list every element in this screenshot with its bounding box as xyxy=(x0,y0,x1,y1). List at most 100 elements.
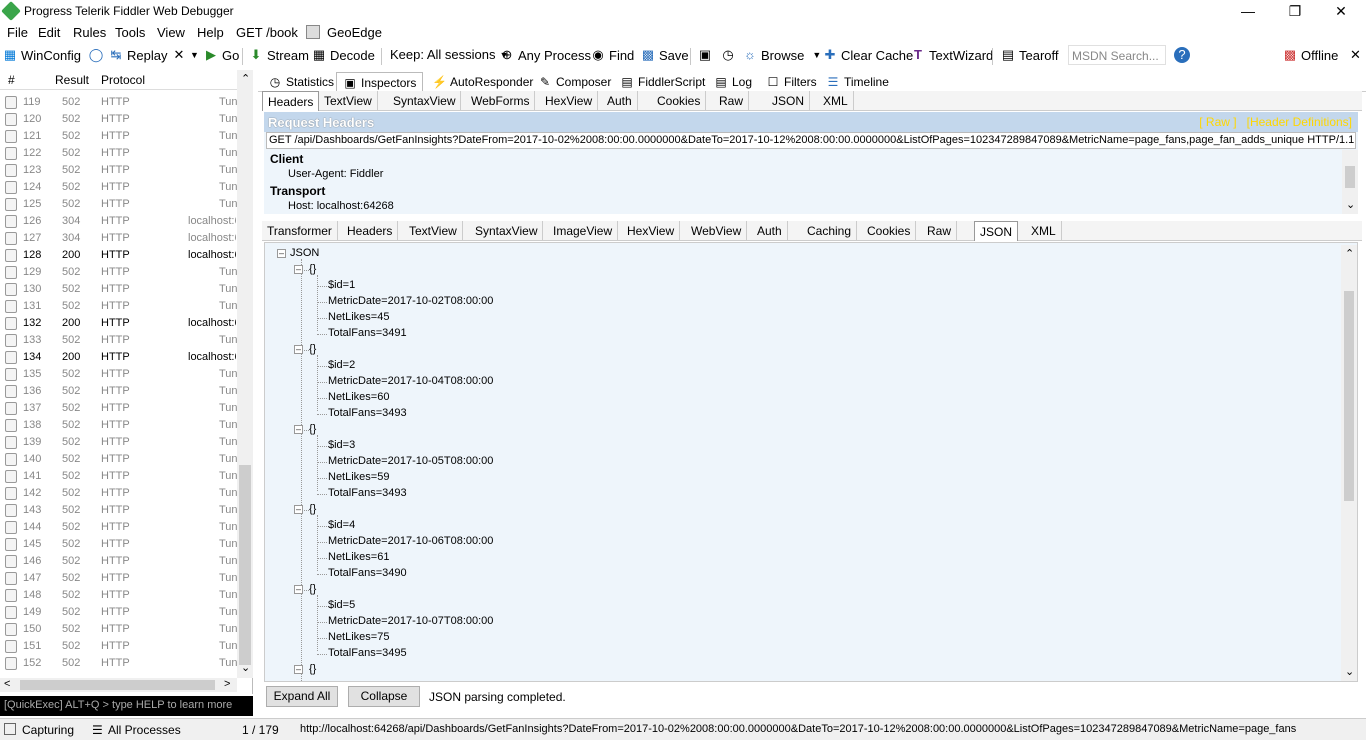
collapse-icon[interactable]: – xyxy=(294,585,303,594)
timer-button[interactable]: ◷ xyxy=(720,47,739,63)
json-root-node[interactable]: JSON xyxy=(290,247,319,259)
minimize-button[interactable]: — xyxy=(1225,0,1271,22)
json-object-brace[interactable]: {} xyxy=(309,663,316,675)
find-button[interactable]: ◉ Find xyxy=(590,47,634,63)
session-row[interactable]: 119 502 HTTP Tun xyxy=(0,94,237,111)
resp-tab-headers[interactable]: Headers xyxy=(342,221,399,241)
session-row[interactable]: 138 502 HTTP Tun xyxy=(0,417,237,434)
menu-rules[interactable]: Rules xyxy=(73,25,106,40)
session-row[interactable]: 140 502 HTTP Tun xyxy=(0,451,237,468)
session-row[interactable]: 125 502 HTTP Tun xyxy=(0,196,237,213)
collapse-icon[interactable]: – xyxy=(277,249,286,258)
json-field[interactable]: MetricDate=2017-10-07T08:00:00 xyxy=(328,615,493,627)
req-tab-textview[interactable]: TextView xyxy=(319,91,378,111)
req-tab-json[interactable]: JSON xyxy=(767,91,811,111)
json-field[interactable]: TotalFans=3491 xyxy=(328,327,407,339)
scroll-thumb[interactable] xyxy=(1345,166,1355,188)
json-field[interactable]: TotalFans=3493 xyxy=(328,487,407,499)
resp-tab-webview[interactable]: WebView xyxy=(686,221,748,241)
collapse-icon[interactable]: – xyxy=(294,345,303,354)
session-row[interactable]: 129 502 HTTP Tun xyxy=(0,264,237,281)
process-filter[interactable]: All Processes xyxy=(108,723,181,737)
session-row[interactable]: 121 502 HTTP Tun xyxy=(0,128,237,145)
json-field[interactable]: TotalFans=3493 xyxy=(328,407,407,419)
json-object-brace[interactable]: {} xyxy=(309,423,316,435)
session-row[interactable]: 124 502 HTTP Tun xyxy=(0,179,237,196)
session-row[interactable]: 145 502 HTTP Tun xyxy=(0,536,237,553)
scroll-thumb[interactable] xyxy=(1344,291,1354,501)
req-tab-headers[interactable]: Headers xyxy=(262,91,320,111)
session-row[interactable]: 137 502 HTTP Tun xyxy=(0,400,237,417)
req-tab-raw[interactable]: Raw xyxy=(714,91,750,111)
json-field[interactable]: NetLikes=60 xyxy=(328,391,389,403)
session-row[interactable]: 147 502 HTTP Tun xyxy=(0,570,237,587)
tab-filters[interactable]: ☐ Filters xyxy=(760,72,823,92)
session-row[interactable]: 146 502 HTTP Tun xyxy=(0,553,237,570)
resp-tab-imageview[interactable]: ImageView xyxy=(548,221,619,241)
scroll-thumb[interactable] xyxy=(239,465,251,665)
hscroll-thumb[interactable] xyxy=(20,680,215,690)
raw-link[interactable]: [ Raw ] xyxy=(1199,115,1236,129)
session-row[interactable]: 130 502 HTTP Tun xyxy=(0,281,237,298)
json-object-brace[interactable]: {} xyxy=(309,343,316,355)
req-tab-hexview[interactable]: HexView xyxy=(540,91,599,111)
session-row[interactable]: 150 502 HTTP Tun xyxy=(0,621,237,638)
session-row[interactable]: 136 502 HTTP Tun xyxy=(0,383,237,400)
session-row[interactable]: 141 502 HTTP Tun xyxy=(0,468,237,485)
json-field[interactable]: $id=3 xyxy=(328,439,355,451)
req-tab-auth[interactable]: Auth xyxy=(602,91,638,111)
session-row[interactable]: 134 200 HTTP localhost:6 xyxy=(0,349,237,366)
json-field[interactable]: NetLikes=75 xyxy=(328,631,389,643)
go-button[interactable]: ▶ Go xyxy=(203,47,239,63)
collapse-icon[interactable]: – xyxy=(294,425,303,434)
menu-view[interactable]: View xyxy=(157,25,185,40)
scroll-down-icon[interactable]: ⌄ xyxy=(241,661,250,674)
tab-timeline[interactable]: ☰ Timeline xyxy=(820,72,895,92)
session-row[interactable]: 131 502 HTTP Tun xyxy=(0,298,237,315)
winconfig-button[interactable]: ▦ WinConfig xyxy=(2,47,81,63)
session-row[interactable]: 151 502 HTTP Tun xyxy=(0,638,237,655)
menu-geoedge[interactable]: GeoEdge xyxy=(327,25,382,40)
col-result[interactable]: Result xyxy=(55,73,89,87)
session-row[interactable]: 142 502 HTTP Tun xyxy=(0,485,237,502)
session-hscrollbar[interactable]: < > xyxy=(0,678,237,692)
session-row[interactable]: 149 502 HTTP Tun xyxy=(0,604,237,621)
session-row[interactable]: 123 502 HTTP Tun xyxy=(0,162,237,179)
tab-log[interactable]: ▤ Log xyxy=(708,72,758,92)
request-headers-scrollbar[interactable]: ⌄ xyxy=(1342,150,1358,214)
req-tab-xml[interactable]: XML xyxy=(818,91,854,111)
tab-fiddlerscript[interactable]: ▤ FiddlerScript xyxy=(614,72,711,92)
menu-tools[interactable]: Tools xyxy=(115,25,145,40)
tab-statistics[interactable]: ◷ Statistics xyxy=(262,72,340,92)
col-protocol[interactable]: Protocol xyxy=(101,73,145,87)
json-object-brace[interactable]: {} xyxy=(309,263,316,275)
save-button[interactable]: ▩ Save xyxy=(640,47,689,63)
header-definitions-link[interactable]: [Header Definitions] xyxy=(1247,115,1352,129)
offline-button[interactable]: ▩ Offline xyxy=(1282,47,1339,63)
help-button[interactable]: ? xyxy=(1174,47,1193,63)
scroll-up-icon[interactable]: ⌃ xyxy=(241,72,250,85)
browse-button[interactable]: ☼ Browse ▼ xyxy=(742,47,821,63)
session-row[interactable]: 122 502 HTTP Tun xyxy=(0,145,237,162)
any-process-button[interactable]: ⊕ Any Process xyxy=(499,47,591,63)
decode-button[interactable]: ▦ Decode xyxy=(311,47,375,63)
collapse-icon[interactable]: – xyxy=(294,505,303,514)
col-number[interactable]: # xyxy=(8,73,15,87)
resp-tab-auth[interactable]: Auth xyxy=(752,221,788,241)
session-row[interactable]: 139 502 HTTP Tun xyxy=(0,434,237,451)
session-row[interactable]: 143 502 HTTP Tun xyxy=(0,502,237,519)
req-tab-cookies[interactable]: Cookies xyxy=(652,91,707,111)
resp-tab-json[interactable]: JSON xyxy=(974,221,1019,241)
screenshot-button[interactable]: ▣ xyxy=(697,47,716,63)
toolbar-close-icon[interactable]: ✕ xyxy=(1350,47,1361,63)
comment-button[interactable]: ◯ xyxy=(88,47,107,63)
close-button[interactable]: ✕ xyxy=(1318,0,1364,22)
json-field[interactable]: MetricDate=2017-10-05T08:00:00 xyxy=(328,455,493,467)
quickexec-input[interactable]: [QuickExec] ALT+Q > type HELP to learn m… xyxy=(0,696,253,716)
resp-tab-textview[interactable]: TextView xyxy=(404,221,463,241)
json-scrollbar[interactable]: ⌃ ⌄ xyxy=(1341,245,1357,681)
scroll-down-icon[interactable]: ⌄ xyxy=(1346,198,1355,211)
json-field[interactable]: TotalFans=3495 xyxy=(328,647,407,659)
json-field[interactable]: NetLikes=59 xyxy=(328,471,389,483)
tearoff-button[interactable]: ▤ Tearoff xyxy=(1000,47,1059,63)
